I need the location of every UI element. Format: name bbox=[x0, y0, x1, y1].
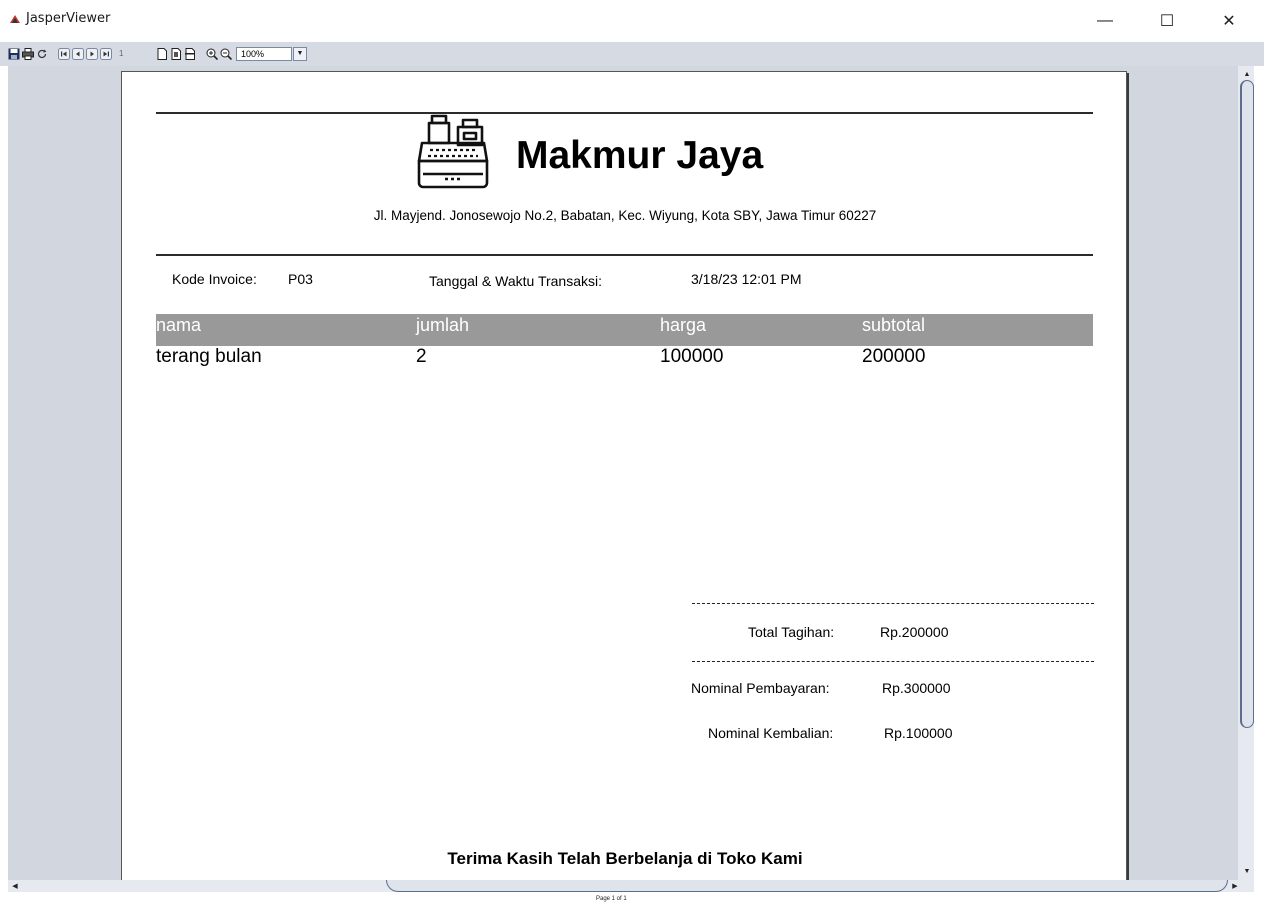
last-page-icon[interactable] bbox=[100, 48, 112, 60]
cell-nama: terang bulan bbox=[156, 346, 262, 367]
viewer-toolbar: 1 100% ▼ bbox=[0, 42, 1264, 66]
previous-page-icon[interactable] bbox=[72, 48, 84, 60]
maximize-button[interactable]: ☐ bbox=[1144, 0, 1190, 42]
table-header: nama jumlah harga subtotal bbox=[156, 314, 1093, 346]
report-viewport: Makmur Jaya Jl. Mayjend. Jonosewojo No.2… bbox=[8, 66, 1238, 880]
scroll-down-icon[interactable]: ▼ bbox=[1242, 866, 1252, 876]
column-header-nama: nama bbox=[156, 315, 202, 335]
fit-width-icon[interactable] bbox=[184, 48, 196, 60]
total-value: Rp.200000 bbox=[880, 624, 949, 640]
divider bbox=[156, 254, 1093, 256]
first-page-icon[interactable] bbox=[58, 48, 70, 60]
change-value: Rp.100000 bbox=[884, 725, 953, 741]
zoom-in-icon[interactable] bbox=[206, 48, 218, 60]
invoice-label: Kode Invoice: bbox=[172, 271, 257, 287]
fit-page-icon[interactable] bbox=[170, 48, 182, 60]
thank-you-message: Terima Kasih Telah Berbelanja di Toko Ka… bbox=[447, 849, 803, 868]
zoom-select[interactable]: 100% ▼ bbox=[236, 47, 307, 61]
cash-register-icon bbox=[417, 114, 489, 189]
store-name: Makmur Jaya bbox=[516, 134, 764, 177]
scroll-up-icon[interactable]: ▲ bbox=[1242, 69, 1252, 79]
reload-icon[interactable] bbox=[36, 48, 48, 60]
cell-subtotal: 200000 bbox=[862, 346, 926, 367]
datetime-value: 3/18/23 12:01 PM bbox=[691, 271, 802, 287]
scroll-right-icon[interactable]: ▶ bbox=[1230, 881, 1240, 891]
jasper-logo-icon bbox=[10, 15, 20, 23]
actual-size-icon[interactable] bbox=[156, 48, 168, 60]
save-icon[interactable] bbox=[8, 48, 20, 60]
page-info: Page 1 of 1 bbox=[596, 896, 627, 902]
divider bbox=[156, 112, 1093, 114]
scroll-left-icon[interactable]: ◀ bbox=[10, 881, 20, 891]
column-header-jumlah: jumlah bbox=[416, 315, 470, 335]
invoice-code: P03 bbox=[288, 271, 313, 287]
payment-value: Rp.300000 bbox=[882, 680, 951, 696]
vertical-scroll-thumb[interactable] bbox=[1240, 80, 1254, 728]
column-header-subtotal: subtotal bbox=[862, 315, 926, 335]
cell-jumlah: 2 bbox=[416, 346, 427, 367]
zoom-out-icon[interactable] bbox=[220, 48, 232, 60]
zoom-value: 100% bbox=[241, 49, 265, 59]
next-page-icon[interactable] bbox=[86, 48, 98, 60]
close-button[interactable]: ✕ bbox=[1206, 0, 1252, 42]
status-bar bbox=[0, 892, 1264, 905]
horizontal-scroll-thumb[interactable] bbox=[386, 880, 1228, 892]
title-bar: JasperViewer — ☐ ✕ bbox=[0, 0, 1264, 42]
change-label: Nominal Kembalian: bbox=[708, 725, 834, 741]
print-icon[interactable] bbox=[22, 48, 34, 60]
dashed-divider bbox=[692, 603, 1094, 604]
total-label: Total Tagihan: bbox=[748, 624, 835, 640]
chevron-down-icon[interactable]: ▼ bbox=[293, 47, 307, 61]
dashed-divider bbox=[692, 661, 1094, 662]
cell-harga: 100000 bbox=[660, 346, 724, 367]
column-header-harga: harga bbox=[660, 315, 707, 335]
page-number-input[interactable]: 1 bbox=[116, 47, 140, 61]
datetime-label: Tanggal & Waktu Transaksi: bbox=[429, 273, 603, 289]
payment-label: Nominal Pembayaran: bbox=[691, 680, 830, 696]
minimize-button[interactable]: — bbox=[1082, 0, 1128, 42]
report-page: Makmur Jaya Jl. Mayjend. Jonosewojo No.2… bbox=[121, 71, 1127, 880]
window-title: JasperViewer bbox=[26, 11, 111, 26]
store-address: Jl. Mayjend. Jonosewojo No.2, Babatan, K… bbox=[373, 208, 877, 223]
